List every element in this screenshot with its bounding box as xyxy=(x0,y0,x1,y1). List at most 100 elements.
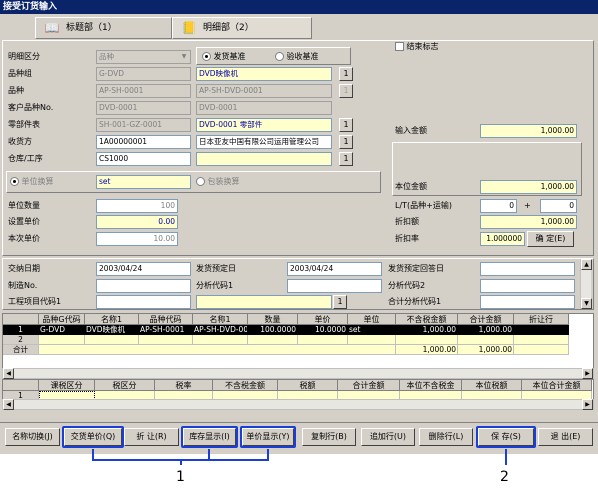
grid-cell[interactable] xyxy=(248,335,298,345)
this-price-field[interactable]: 10.00 xyxy=(96,232,178,246)
scroll-up-icon[interactable]: ▲ xyxy=(581,259,592,270)
ship-answer-field[interactable] xyxy=(480,262,575,276)
grid-cell[interactable]: G-DVD xyxy=(39,325,85,335)
exit-button[interactable]: 退 出(E) xyxy=(538,428,593,446)
column-header[interactable]: 本位合计金额 xyxy=(522,380,592,391)
end-flag-checkbox[interactable]: 结束标志 xyxy=(395,40,439,54)
grid-cell[interactable]: 10.0000 xyxy=(298,325,348,335)
basis-acceptance-radio[interactable]: 验收基准 xyxy=(275,50,319,64)
column-header[interactable]: 折让行 xyxy=(514,314,569,325)
copy-row-button[interactable]: 复制行(B) xyxy=(302,428,356,446)
parts-code-field[interactable]: SH-001-GZ-0001 xyxy=(96,118,191,132)
add-row-button[interactable]: 追加行(U) xyxy=(361,428,415,446)
grid-cell[interactable]: 1,000.00 xyxy=(396,325,458,335)
unit-qty-field[interactable]: 100 xyxy=(96,199,178,213)
grid-cell[interactable] xyxy=(193,335,248,345)
local-amount-field[interactable]: 1,000.00 xyxy=(480,180,577,194)
column-header[interactable]: 合计金额 xyxy=(458,314,514,325)
grid-cell[interactable] xyxy=(348,335,396,345)
discount-field[interactable]: 1,000.00 xyxy=(480,215,577,229)
grid-cell[interactable] xyxy=(458,335,514,345)
column-header[interactable]: 名称1 xyxy=(193,314,248,325)
lt-value2-field[interactable]: 0 xyxy=(540,199,577,213)
delivery-date-field[interactable]: 2003/04/24 xyxy=(96,262,191,276)
column-header[interactable]: 税率 xyxy=(155,380,213,391)
column-header[interactable]: 不含税金额 xyxy=(396,314,458,325)
grid-cell[interactable] xyxy=(85,335,139,345)
tab-detail[interactable]: 📒 明细部（2） xyxy=(172,17,312,39)
mfg-no-field[interactable] xyxy=(96,279,191,293)
unit-conv-radio[interactable]: 单位换算 xyxy=(10,175,54,189)
detail-type-select[interactable]: 品种 ▼ xyxy=(96,50,191,64)
item-lookup-button[interactable]: 1 xyxy=(339,84,353,98)
scroll-left-icon[interactable]: ◀ xyxy=(3,399,14,410)
analysis1-field[interactable] xyxy=(287,279,382,293)
delivery-scrollbar[interactable]: ▲ ▼ xyxy=(580,259,592,309)
name-switch-button[interactable]: 名称切换(J) xyxy=(5,428,60,446)
grid-cell[interactable] xyxy=(514,325,569,335)
project-name-field[interactable] xyxy=(196,295,332,309)
column-header[interactable]: 单位 xyxy=(348,314,396,325)
column-header[interactable]: 合计金额 xyxy=(338,380,400,391)
receiver-lookup-button[interactable]: 1 xyxy=(339,135,353,149)
grid-cell[interactable] xyxy=(139,335,193,345)
total-analysis-field[interactable] xyxy=(480,295,575,309)
discount-rate-field[interactable]: 1.000000 xyxy=(480,232,525,246)
column-header[interactable]: 单价 xyxy=(298,314,348,325)
grid-cell[interactable]: AP-SH-0001 xyxy=(139,325,193,335)
table-row[interactable]: 1 G-DVD DVD映像机 AP-SH-0001 AP-SH-DVD-000 … xyxy=(3,325,593,335)
delete-row-button[interactable]: 删除行(L) xyxy=(419,428,473,446)
receiver-name-field[interactable]: 日本亚友中国有限公司运用管理公司 xyxy=(196,135,332,149)
column-header[interactable]: 品种代码 xyxy=(139,314,193,325)
column-header[interactable]: 本位税额 xyxy=(462,380,522,391)
scroll-right-icon[interactable]: ▶ xyxy=(582,368,593,379)
table-row[interactable]: 2 xyxy=(3,335,593,345)
column-header[interactable]: 品种G代码 xyxy=(39,314,85,325)
tax-hscrollbar[interactable]: ◀ ▶ xyxy=(2,399,594,410)
receiver-code-field[interactable]: 1A00000001 xyxy=(96,135,191,149)
scroll-left-icon[interactable]: ◀ xyxy=(3,368,14,379)
scroll-down-icon[interactable]: ▼ xyxy=(581,298,592,309)
unit-conv-field[interactable]: set xyxy=(96,175,191,189)
grid-cell[interactable]: DVD映像机 xyxy=(85,325,139,335)
grid-cell[interactable]: 100.0000 xyxy=(248,325,298,335)
grid-cell[interactable] xyxy=(298,335,348,345)
analysis2-field[interactable] xyxy=(480,279,575,293)
discount-button[interactable]: 折 让(R) xyxy=(124,428,179,446)
set-price-field[interactable]: 0.00 xyxy=(96,215,178,229)
grid-cell[interactable] xyxy=(396,335,458,345)
column-header[interactable]: 课税区分 xyxy=(39,380,95,391)
column-header[interactable]: 税区分 xyxy=(95,380,155,391)
pack-conv-radio[interactable]: 包装换算 xyxy=(196,175,240,189)
project-field[interactable] xyxy=(96,295,191,309)
lt-value1-field[interactable]: 0 xyxy=(480,199,517,213)
grid-cell[interactable]: 1,000.00 xyxy=(458,325,514,335)
column-header[interactable]: 名称1 xyxy=(85,314,139,325)
column-header[interactable]: 本位不含税金 xyxy=(400,380,462,391)
detail-hscrollbar[interactable]: ◀ ▶ xyxy=(2,368,594,379)
basis-shipping-radio[interactable]: 发货基准 xyxy=(202,50,246,64)
column-header[interactable]: 税额 xyxy=(278,380,338,391)
confirm-button[interactable]: 确 定(E) xyxy=(527,231,574,247)
grid-cell[interactable]: set xyxy=(348,325,396,335)
parts-lookup-button[interactable]: 1 xyxy=(339,118,353,132)
parts-name-field[interactable]: DVD-0001 零部件 xyxy=(196,118,332,132)
tab-header[interactable]: 📖 标题部（1） xyxy=(35,17,172,39)
column-header[interactable]: 不含税金额 xyxy=(213,380,278,391)
grid-cell[interactable] xyxy=(39,335,85,345)
ship-date-field[interactable]: 2003/04/24 xyxy=(287,262,382,276)
column-header[interactable]: 数量 xyxy=(248,314,298,325)
item-code-field[interactable]: AP-SH-0001 xyxy=(96,84,191,98)
warehouse-lookup-button[interactable]: 1 xyxy=(339,152,353,166)
item-name-field[interactable]: AP-SH-DVD-0001 xyxy=(196,84,332,98)
cust-item-name-field[interactable]: DVD-0001 xyxy=(196,101,332,115)
project-lookup-button[interactable]: 1 xyxy=(333,295,347,309)
input-amount-field[interactable]: 1,000.00 xyxy=(480,124,577,138)
warehouse-code-field[interactable]: CS1000 xyxy=(96,152,191,166)
group-lookup-button[interactable]: 1 xyxy=(339,67,353,81)
scroll-right-icon[interactable]: ▶ xyxy=(582,399,593,410)
grid-cell[interactable] xyxy=(514,335,569,345)
grid-cell[interactable]: AP-SH-DVD-000 xyxy=(193,325,248,335)
group-code-field[interactable]: G-DVD xyxy=(96,67,191,81)
warehouse-name-field[interactable] xyxy=(196,152,332,166)
